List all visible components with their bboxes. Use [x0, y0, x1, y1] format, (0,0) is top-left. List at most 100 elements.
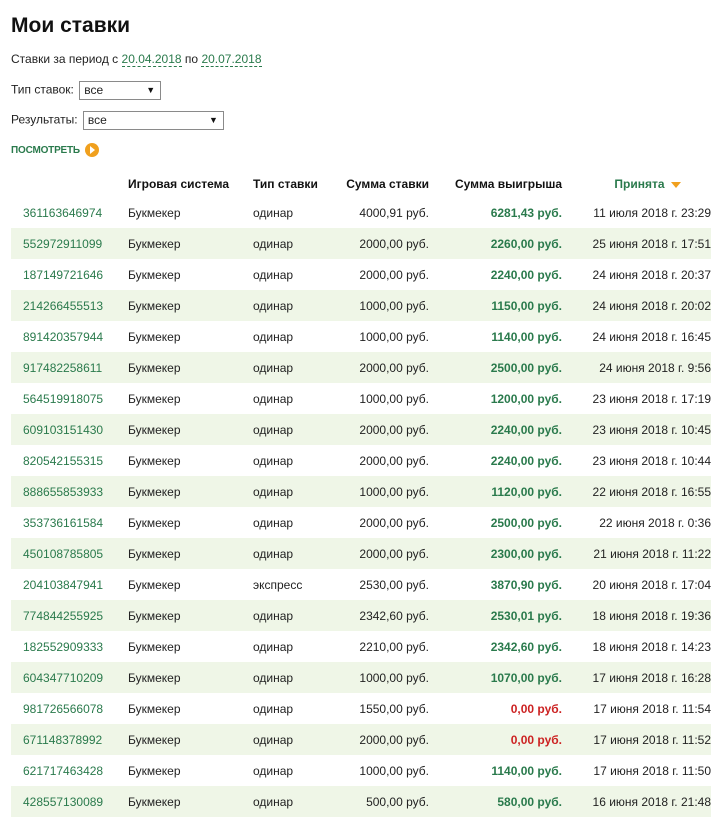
- bet-system: Букмекер: [128, 484, 181, 499]
- table-row: 450108785805 Букмекер одинар 2000,00 руб. 23…: [11, 538, 711, 569]
- results-filter: Результаты: все ▼: [11, 111, 224, 130]
- bet-id-link[interactable]: 888655853933: [23, 485, 103, 499]
- show-button-label: ПОСМОТРЕТЬ: [11, 144, 80, 156]
- show-button[interactable]: ПОСМОТРЕТЬ: [11, 143, 99, 157]
- bet-type-filter: Тип ставок: все ▼: [11, 81, 162, 100]
- bet-type: одинар: [253, 360, 294, 375]
- bet-id-link[interactable]: 564519918075: [23, 392, 103, 406]
- bet-stake: 2000,00 руб.: [359, 267, 429, 282]
- table-header-row: Игровая система Тип ставки Сумма ставки …: [11, 171, 711, 197]
- bet-id-link[interactable]: 204103847941: [23, 578, 103, 592]
- bet-type: одинар: [253, 236, 294, 251]
- bet-win: 2500,00 руб.: [490, 515, 562, 530]
- bet-system: Букмекер: [128, 391, 181, 406]
- bet-system: Букмекер: [128, 608, 181, 623]
- table-row: 361163646974 Букмекер одинар 4000,91 руб. 62…: [11, 197, 711, 228]
- bet-type: одинар: [253, 639, 294, 654]
- header-id: [11, 171, 128, 197]
- bet-win: 6281,43 руб.: [490, 205, 562, 220]
- header-stake: Сумма ставки: [346, 177, 429, 191]
- bet-type-label: Тип ставок:: [11, 82, 74, 97]
- bet-stake: 2000,00 руб.: [359, 732, 429, 747]
- bet-win: 2240,00 руб.: [490, 422, 562, 437]
- bet-date: 22 июня 2018 г. 0:36: [599, 515, 711, 530]
- table-row: 604347710209 Букмекер одинар 1000,00 руб. 10…: [11, 662, 711, 693]
- bet-stake: 1000,00 руб.: [359, 670, 429, 685]
- bet-system: Букмекер: [128, 670, 181, 685]
- bet-date: 25 июня 2018 г. 17:51: [592, 236, 711, 251]
- bet-win: 2500,00 руб.: [490, 360, 562, 375]
- bet-date: 17 июня 2018 г. 16:28: [592, 670, 711, 685]
- bet-stake: 1000,00 руб.: [359, 763, 429, 778]
- bet-id-link[interactable]: 609103151430: [23, 423, 103, 437]
- results-value: все: [87, 113, 107, 127]
- bet-id-link[interactable]: 187149721646: [23, 268, 103, 282]
- bet-system: Букмекер: [128, 267, 181, 282]
- bet-win: 1070,00 руб.: [490, 670, 562, 685]
- bet-win: 2300,00 руб.: [490, 546, 562, 561]
- bet-type: одинар: [253, 205, 294, 220]
- table-row: 182552909333 Букмекер одинар 2210,00 руб. 23…: [11, 631, 711, 662]
- bet-system: Букмекер: [128, 701, 181, 716]
- period-from-date[interactable]: 20.04.2018: [121, 52, 182, 67]
- bet-stake: 2000,00 руб.: [359, 546, 429, 561]
- bet-stake: 1550,00 руб.: [359, 701, 429, 716]
- results-select[interactable]: все ▼: [82, 111, 224, 130]
- bet-win: 1150,00 руб.: [491, 298, 562, 313]
- bet-date: 22 июня 2018 г. 16:55: [592, 484, 711, 499]
- table-row: 564519918075 Букмекер одинар 1000,00 руб. 12…: [11, 383, 711, 414]
- bet-id-link[interactable]: 353736161584: [23, 516, 103, 530]
- bet-id-link[interactable]: 552972911099: [23, 237, 102, 251]
- period-prefix: Ставки за период с: [11, 52, 119, 66]
- bet-id-link[interactable]: 917482258611: [23, 361, 102, 375]
- bet-id-cell: 609103151430: [11, 414, 128, 445]
- bet-id-cell: 564519918075: [11, 383, 128, 414]
- table-row: 621717463428 Букмекер одинар 1000,00 руб. 11…: [11, 755, 711, 786]
- bet-system: Букмекер: [128, 546, 181, 561]
- bet-date: 16 июня 2018 г. 21:48: [592, 794, 711, 809]
- header-type: Тип ставки: [253, 177, 318, 191]
- table-row: 888655853933 Букмекер одинар 1000,00 руб. 11…: [11, 476, 711, 507]
- bet-id-link[interactable]: 774844255925: [23, 609, 103, 623]
- bet-stake: 2000,00 руб.: [359, 515, 429, 530]
- table-row: 204103847941 Букмекер экспресс 2530,00 руб.…: [11, 569, 711, 600]
- bet-stake: 2000,00 руб.: [359, 360, 429, 375]
- bet-id-link[interactable]: 621717463428: [23, 764, 103, 778]
- bet-id-cell: 204103847941: [11, 569, 128, 600]
- bet-win: 0,00 руб.: [510, 732, 562, 747]
- bet-win: 1140,00 руб.: [491, 763, 562, 778]
- bet-stake: 4000,91 руб.: [359, 205, 429, 220]
- bet-id-cell: 621717463428: [11, 755, 128, 786]
- page-title: Мои ставки: [11, 14, 131, 37]
- bet-date: 23 июня 2018 г. 10:45: [592, 422, 711, 437]
- bet-type: одинар: [253, 267, 294, 282]
- bet-type: одинар: [253, 422, 294, 437]
- bet-win: 1120,00 руб.: [491, 484, 562, 499]
- bet-id-link[interactable]: 891420357944: [23, 330, 103, 344]
- bet-id-link[interactable]: 820542155315: [23, 454, 103, 468]
- bet-type: одинар: [253, 298, 294, 313]
- bet-system: Букмекер: [128, 236, 181, 251]
- bet-id-link[interactable]: 604347710209: [23, 671, 103, 685]
- bet-id-cell: 917482258611: [11, 352, 128, 383]
- bet-id-link[interactable]: 671148378992: [23, 733, 102, 747]
- bet-type-value: все: [84, 83, 104, 97]
- bet-type-select[interactable]: все ▼: [79, 81, 162, 100]
- bet-date: 24 июня 2018 г. 9:56: [599, 360, 711, 375]
- bet-id-cell: 774844255925: [11, 600, 128, 631]
- bet-id-link[interactable]: 182552909333: [23, 640, 103, 654]
- bet-win: 0,00 руб.: [510, 701, 562, 716]
- bet-id-cell: 891420357944: [11, 321, 128, 352]
- header-date-sort[interactable]: Принята: [564, 171, 711, 197]
- bet-id-link[interactable]: 428557130089: [23, 795, 103, 809]
- bet-type: одинар: [253, 546, 294, 561]
- bet-system: Букмекер: [128, 794, 181, 809]
- bet-date: 24 июня 2018 г. 20:37: [592, 267, 711, 282]
- bet-type: одинар: [253, 608, 294, 623]
- bet-id-link[interactable]: 981726566078: [23, 702, 103, 716]
- bet-id-link[interactable]: 361163646974: [23, 206, 102, 220]
- period-to-date[interactable]: 20.07.2018: [201, 52, 262, 67]
- bet-id-link[interactable]: 450108785805: [23, 547, 103, 561]
- bet-id-cell: 450108785805: [11, 538, 128, 569]
- bet-id-link[interactable]: 214266455513: [23, 299, 103, 313]
